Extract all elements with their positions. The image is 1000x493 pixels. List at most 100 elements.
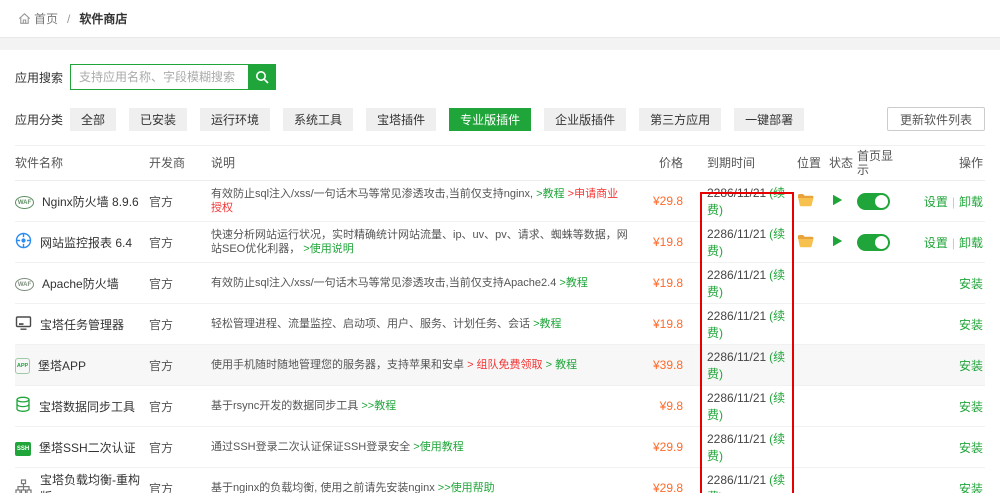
action-cell: 安装 [901, 386, 985, 427]
category-label: 应用分类 [15, 111, 70, 128]
search-icon [255, 70, 269, 84]
folder-icon[interactable] [797, 193, 815, 207]
developer: 官方 [149, 222, 211, 263]
install-link[interactable]: 安装 [959, 400, 983, 414]
expire-date: 2286/11/21(续费) [699, 304, 793, 345]
homepage-display-toggle[interactable] [857, 234, 890, 251]
status-cell [825, 468, 855, 493]
action-cell: 安装 [901, 468, 985, 493]
column-header: 价格 [641, 146, 699, 181]
status-cell [825, 386, 855, 427]
status-cell [825, 263, 855, 304]
category-tab[interactable]: 专业版插件 [449, 108, 531, 131]
homepage-display-cell [855, 263, 901, 304]
software-store-panel: 应用搜索 应用分类 全部已安装运行环境系统工具宝塔插件专业版插件企业版插件第三方… [0, 50, 1000, 493]
location-cell [793, 304, 825, 345]
description: 有效防止sql注入/xss/一句话木马等常见渗透攻击,当前仅支持nginx, >… [211, 181, 641, 222]
install-link[interactable]: 安装 [959, 359, 983, 373]
column-header: 状态 [825, 146, 855, 181]
install-link[interactable]: 安装 [959, 277, 983, 291]
description-text: 通过SSH登录二次认证保证SSH登录安全 [211, 441, 413, 453]
table-row: 宝塔数据同步工具官方基于rsync开发的数据同步工具 >>教程¥9.82286/… [15, 386, 985, 427]
table-row: 网站监控报表 6.4官方快速分析网站运行状况，实时精确统计网站流量、ip、uv、… [15, 222, 985, 263]
expire-date-value: 2286/11/21 [707, 268, 766, 282]
action-separator: | [948, 195, 959, 209]
play-status-icon[interactable] [832, 235, 843, 247]
action-cell: 安装 [901, 427, 985, 468]
category-tab[interactable]: 已安装 [129, 108, 187, 131]
category-tab[interactable]: 宝塔插件 [366, 108, 436, 131]
status-cell [825, 222, 855, 263]
homepage-display-cell [855, 345, 901, 386]
homepage-display-cell [855, 222, 901, 263]
category-tab[interactable]: 一键部署 [734, 108, 804, 131]
uninstall-link[interactable]: 卸载 [959, 236, 983, 250]
tutorial-link[interactable]: >>教程 [361, 400, 396, 412]
breadcrumb-bar: 首页 / 软件商店 [0, 0, 1000, 38]
table-row: WAFApache防火墙官方有效防止sql注入/xss/一句话木马等常见渗透攻击… [15, 263, 985, 304]
install-link[interactable]: 安装 [959, 482, 983, 493]
expire-date-value: 2286/11/21 [707, 432, 766, 446]
homepage-display-toggle[interactable] [857, 193, 890, 210]
action-cell: 安装 [901, 345, 985, 386]
tutorial-link[interactable]: >教程 [533, 318, 561, 330]
expire-date: 2286/11/21(续费) [699, 386, 793, 427]
expire-date: 2286/11/21(续费) [699, 222, 793, 263]
tutorial-link[interactable]: >教程 [559, 277, 587, 289]
description: 使用手机随时随地管理您的服务器，支持苹果和安卓 > 组队免费领取 > 教程 [211, 345, 641, 386]
developer: 官方 [149, 427, 211, 468]
tutorial-link[interactable]: >使用说明 [303, 243, 353, 255]
developer: 官方 [149, 304, 211, 345]
price: ¥9.8 [641, 386, 699, 427]
install-link[interactable]: 安装 [959, 441, 983, 455]
category-tab[interactable]: 第三方应用 [639, 108, 721, 131]
category-tab[interactable]: 企业版插件 [544, 108, 626, 131]
play-status-icon[interactable] [832, 194, 843, 206]
promo-link[interactable]: > 组队免费领取 [467, 359, 542, 371]
expire-date: 2286/11/21(续费) [699, 468, 793, 493]
action-cell: 安装 [901, 263, 985, 304]
tutorial-link[interactable]: >教程 [536, 188, 564, 200]
developer: 官方 [149, 386, 211, 427]
expire-date-value: 2286/11/21 [707, 473, 766, 487]
install-link[interactable]: 安装 [959, 318, 983, 332]
tutorial-link[interactable]: >使用教程 [413, 441, 463, 453]
column-header: 开发商 [149, 146, 211, 181]
location-cell [793, 263, 825, 304]
expire-date-value: 2286/11/21 [707, 227, 766, 241]
search-button[interactable] [248, 64, 276, 90]
homepage-display-cell [855, 304, 901, 345]
description: 基于nginx的负载均衡, 使用之前请先安装nginx >>使用帮助 [211, 468, 641, 493]
status-cell [825, 427, 855, 468]
category-tab[interactable]: 运行环境 [200, 108, 270, 131]
status-cell [825, 345, 855, 386]
category-tab[interactable]: 全部 [70, 108, 116, 131]
price: ¥19.8 [641, 263, 699, 304]
breadcrumb-home[interactable]: 首页 [18, 10, 58, 27]
settings-link[interactable]: 设置 [924, 236, 948, 250]
description: 快速分析网站运行状况，实时精确统计网站流量、ip、uv、pv、请求、蜘蛛等数据，… [211, 222, 641, 263]
home-icon [18, 12, 31, 25]
price: ¥29.8 [641, 468, 699, 493]
tutorial-link[interactable]: >>使用帮助 [438, 482, 495, 493]
category-tab[interactable]: 系统工具 [283, 108, 353, 131]
tutorial-link[interactable]: > 教程 [546, 359, 577, 371]
homepage-display-cell [855, 181, 901, 222]
software-name: 宝塔任务管理器 [40, 316, 124, 333]
software-name: 堡塔APP [38, 357, 86, 374]
folder-icon[interactable] [797, 234, 815, 248]
update-software-list-button[interactable]: 更新软件列表 [887, 107, 985, 131]
search-input[interactable] [70, 64, 248, 90]
description-text: 有效防止sql注入/xss/一句话木马等常见渗透攻击,当前仅支持nginx, [211, 188, 536, 200]
description: 基于rsync开发的数据同步工具 >>教程 [211, 386, 641, 427]
uninstall-link[interactable]: 卸载 [959, 195, 983, 209]
table-row: SSH堡塔SSH二次认证官方通过SSH登录二次认证保证SSH登录安全 >使用教程… [15, 427, 985, 468]
settings-link[interactable]: 设置 [924, 195, 948, 209]
homepage-display-cell [855, 468, 901, 493]
developer: 官方 [149, 345, 211, 386]
waf-shield-gray-icon: WAF [15, 275, 34, 292]
developer: 官方 [149, 181, 211, 222]
table-header-row: 软件名称开发商说明价格到期时间位置状态首页显示操作 [15, 146, 985, 181]
software-name: 堡塔SSH二次认证 [39, 439, 136, 456]
description-text: 基于nginx的负载均衡, 使用之前请先安装nginx [211, 482, 438, 493]
